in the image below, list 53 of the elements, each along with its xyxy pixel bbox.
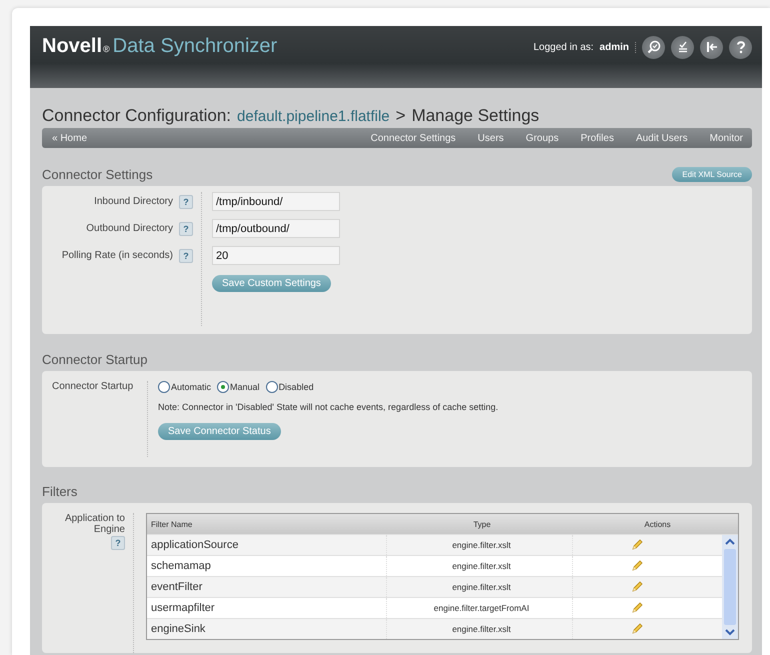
help-button[interactable]: ?	[179, 222, 193, 236]
nav-link[interactable]: Groups	[526, 132, 559, 144]
table-cell: engine.filter.xslt	[387, 619, 573, 639]
logged-in-label: Logged in as:	[533, 42, 594, 52]
pencil-icon[interactable]	[631, 623, 643, 635]
page-subtitle: Manage Settings	[412, 106, 540, 126]
section-title: Filters	[42, 484, 78, 498]
field-label: Application to Engine	[64, 513, 125, 535]
user-name: admin	[600, 42, 636, 52]
field-label: Connector Startup	[52, 381, 134, 392]
help-button[interactable]: ?	[111, 536, 125, 550]
help-button[interactable]: ?	[179, 248, 193, 262]
logout-icon[interactable]	[700, 36, 723, 58]
home-link[interactable]: « Home	[52, 132, 88, 144]
field-label: Polling Rate (in seconds)	[62, 250, 173, 261]
table-cell: engineSink	[147, 619, 387, 639]
nav-link[interactable]: Profiles	[580, 132, 614, 144]
pencil-icon[interactable]	[631, 581, 643, 593]
column-header: Actions	[643, 520, 672, 528]
edit-xml-button[interactable]: Edit XML Source	[672, 166, 752, 182]
save-settings-button[interactable]: Save Custom Settings	[212, 275, 331, 292]
product-name: Data Synchronizer	[112, 35, 278, 58]
radio-option[interactable]: Automatic	[158, 381, 212, 393]
nav-link[interactable]: Monitor	[710, 132, 743, 144]
connector-link[interactable]: default.pipeline1.flatfile	[237, 108, 390, 125]
checklist-icon[interactable]	[671, 36, 694, 58]
field-label: Inbound Directory	[94, 196, 173, 207]
nav-link[interactable]: Connector Settings	[370, 132, 456, 144]
nav-link[interactable]: Audit Users	[636, 132, 688, 144]
registered-mark: ®	[103, 44, 110, 54]
section-title: Connector Startup	[42, 352, 148, 366]
text-field[interactable]: /tmp/inbound/	[212, 192, 340, 211]
radio-option[interactable]: Disabled	[266, 381, 314, 393]
text-field[interactable]: /tmp/outbound/	[212, 219, 340, 238]
text-field[interactable]: 20	[212, 246, 340, 265]
column-header: Type	[472, 520, 492, 528]
pencil-icon[interactable]	[631, 539, 643, 551]
section-title: Connector Settings	[42, 166, 153, 182]
scrollbar[interactable]	[722, 535, 738, 639]
pencil-icon[interactable]	[631, 602, 643, 614]
note-text: Note: Connector in 'Disabled' State will not cache events, regardless of cache setting.	[158, 402, 498, 412]
save-status-button[interactable]: Save Connector Status	[158, 423, 281, 440]
radio-option[interactable]: Manual	[217, 381, 260, 393]
help-button[interactable]: ?	[179, 194, 193, 208]
pencil-icon[interactable]	[631, 560, 643, 572]
breadcrumb-separator: >	[396, 106, 406, 126]
brand-name: Novell	[42, 35, 102, 58]
help-icon[interactable]	[729, 36, 752, 58]
column-header: Filter Name	[150, 520, 194, 528]
field-label: Outbound Directory	[86, 223, 173, 234]
search-icon[interactable]	[642, 36, 665, 58]
nav-link[interactable]: Users	[478, 132, 504, 144]
page-title: Connector Configuration:	[42, 106, 232, 126]
